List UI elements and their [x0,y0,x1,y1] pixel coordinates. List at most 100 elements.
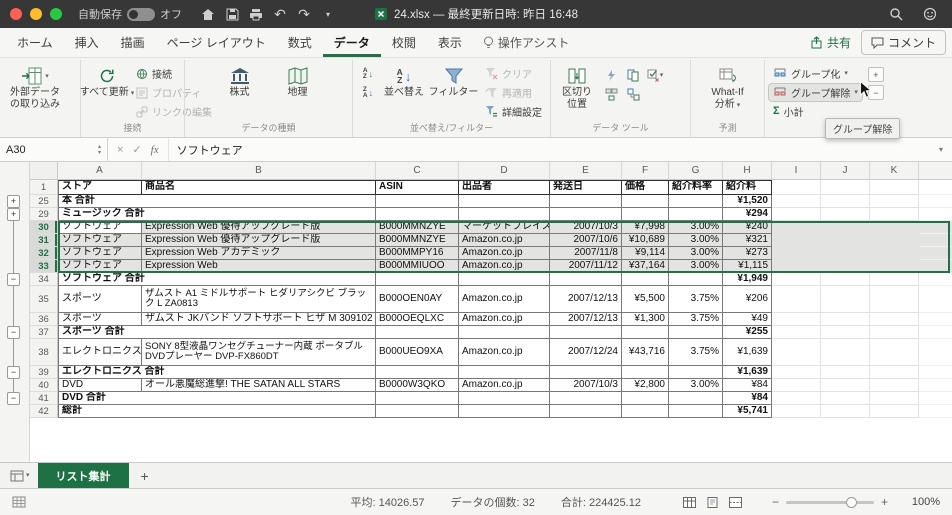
cell[interactable] [821,180,870,195]
tell-me-assistant[interactable]: 操作アシスト [473,28,580,57]
cell[interactable] [772,180,821,195]
cell[interactable] [919,405,952,418]
text-to-columns-button[interactable]: 区切り 位置 [555,62,599,112]
zoom-in-button[interactable]: + [881,496,888,508]
cell[interactable]: ¥7,998 [622,221,669,234]
cell[interactable] [821,260,870,273]
cell[interactable] [919,234,952,247]
cell[interactable] [669,392,723,405]
cell[interactable]: ソフトウェア [58,260,142,273]
cell[interactable]: オール悪魔総進撃! THE SATAN ALL STARS [142,379,376,392]
cell[interactable]: Amazon.co.jp [459,234,550,247]
col-header-E[interactable]: E [550,162,622,179]
cell[interactable]: B000MMIUOO [376,260,459,273]
cell[interactable]: DVD [58,379,142,392]
cell[interactable] [550,273,622,286]
cell[interactable] [919,366,952,379]
col-header-A[interactable]: A [58,162,142,179]
cell[interactable]: ¥1,300 [622,313,669,326]
cell[interactable] [919,313,952,326]
row-header-39[interactable]: 39 [30,366,58,379]
cell[interactable]: B0000W3QKO [376,379,459,392]
tab-home[interactable]: ホーム [6,28,64,57]
row-header-34[interactable]: 34 [30,273,58,286]
row-header-36[interactable]: 36 [30,313,58,326]
cell[interactable] [622,195,669,208]
stocks-button[interactable]: 株式 [218,62,262,100]
cell[interactable]: Amazon.co.jp [459,260,550,273]
cell[interactable]: ミュージック 合計 [58,208,376,221]
col-header-B[interactable]: B [142,162,376,179]
row-header-33[interactable]: 33 [30,260,58,273]
cell[interactable] [459,208,550,221]
cell[interactable]: ¥1,949 [723,273,772,286]
cell[interactable] [669,366,723,379]
row-header-29[interactable]: 29 [30,208,58,221]
cell[interactable]: ザムスト JKバンド ソフトサポート ヒザ M 309102 [142,313,376,326]
cell[interactable]: ¥294 [723,208,772,221]
cell[interactable] [821,326,870,339]
cell[interactable]: ¥9,114 [622,247,669,260]
cell[interactable] [870,339,919,366]
cell[interactable]: 本 合計 [58,195,376,208]
cell[interactable] [821,208,870,221]
cell[interactable] [772,286,821,313]
cell[interactable] [821,339,870,366]
share-button[interactable]: 共有 [810,34,851,51]
cell[interactable]: B000MMPY16 [376,247,459,260]
zoom-slider[interactable] [785,496,874,508]
cell[interactable]: ¥5,741 [723,405,772,418]
cell[interactable] [376,208,459,221]
cell[interactable] [550,326,622,339]
relationships-button[interactable] [624,86,642,102]
cell[interactable]: ¥1,639 [723,366,772,379]
cell[interactable] [772,313,821,326]
col-header-H[interactable]: H [723,162,772,179]
cell[interactable]: 3.75% [669,313,723,326]
comments-button[interactable]: コメント [860,30,946,55]
cell[interactable]: 紹介料 [723,180,772,195]
geography-button[interactable]: 地理 [276,62,320,100]
sheet-tab-active[interactable]: リスト集計 [37,463,129,488]
cell[interactable]: B000MMNZYE [376,221,459,234]
page-layout-view-icon[interactable] [706,496,719,508]
cell[interactable]: B000UEO9XA [376,339,459,366]
sort-ascending-button[interactable]: A Z ↓ [357,65,379,83]
col-header-K[interactable]: K [870,162,919,179]
normal-view-icon[interactable] [682,496,696,508]
cell[interactable] [870,260,919,273]
cell[interactable] [821,234,870,247]
zoom-out-button[interactable]: − [772,496,779,508]
row-header-40[interactable]: 40 [30,379,58,392]
cell[interactable] [772,405,821,418]
name-box-stepper[interactable]: ▴ ▾ [98,144,101,156]
cell[interactable] [870,180,919,195]
row-header-35[interactable]: 35 [30,286,58,313]
cell[interactable]: 商品名 [142,180,376,195]
cell[interactable] [772,339,821,366]
cell[interactable] [622,405,669,418]
cell[interactable] [550,405,622,418]
cell[interactable] [376,366,459,379]
cell[interactable]: 2007/10/3 [550,221,622,234]
status-grid-icon[interactable] [12,496,26,508]
cell[interactable] [919,326,952,339]
cell[interactable] [459,195,550,208]
cell[interactable] [821,392,870,405]
cell[interactable] [622,392,669,405]
cell[interactable] [772,195,821,208]
cell[interactable]: ¥1,115 [723,260,772,273]
cell[interactable] [376,392,459,405]
maximize-window-button[interactable] [50,8,62,20]
cancel-entry-icon[interactable]: × [117,144,123,156]
cell[interactable] [376,405,459,418]
cell[interactable] [821,247,870,260]
cell[interactable]: マーケットプレイス [459,221,550,234]
cell[interactable]: 2007/10/3 [550,379,622,392]
advanced-filter-button[interactable]: 詳細設定 [481,103,546,120]
cell[interactable] [376,195,459,208]
cell[interactable]: Amazon.co.jp [459,313,550,326]
insert-function-icon[interactable]: fx [151,144,159,156]
cell[interactable]: ¥5,500 [622,286,669,313]
minimize-window-button[interactable] [30,8,42,20]
